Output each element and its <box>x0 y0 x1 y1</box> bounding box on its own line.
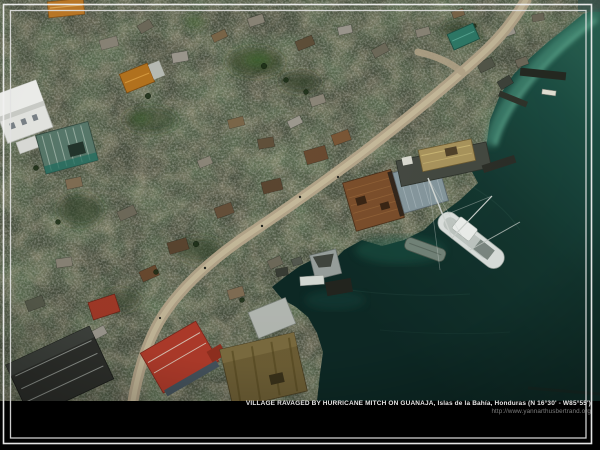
caption-title: VILLAGE RAVAGED BY HURRICANE MITCH ON GU… <box>246 401 591 408</box>
wallpaper-frame: VILLAGE RAVAGED BY HURRICANE MITCH ON GU… <box>0 0 600 450</box>
caption-url: http://www.yannarthusbertrand.org <box>246 408 591 415</box>
aerial-photo <box>0 0 600 401</box>
photo-caption: VILLAGE RAVAGED BY HURRICANE MITCH ON GU… <box>246 401 591 415</box>
vignette <box>0 0 600 401</box>
